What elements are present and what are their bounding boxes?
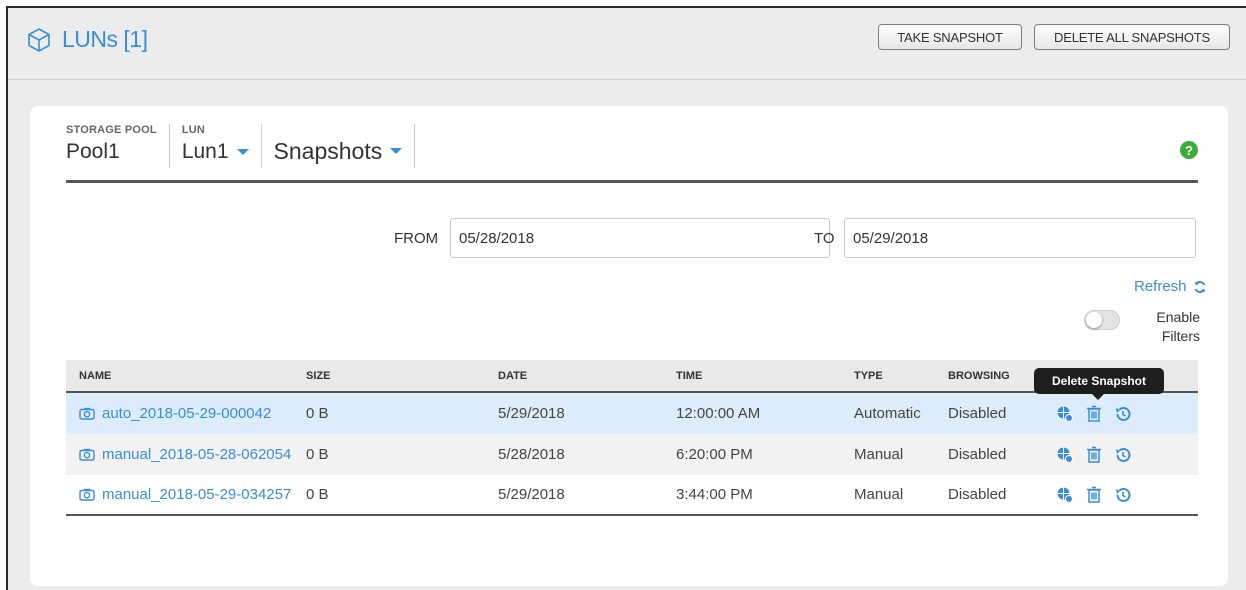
toggle-knob xyxy=(1086,312,1102,328)
snapshot-name-link[interactable]: auto_2018-05-29-000042 xyxy=(79,405,271,422)
breadcrumb-storage-pool: STORAGE POOL Pool1 xyxy=(66,124,170,168)
snapshot-browsing: Disabled xyxy=(948,486,1007,503)
to-date-input[interactable]: 05/29/2018 xyxy=(844,218,1196,258)
refresh-button[interactable]: Refresh xyxy=(1134,278,1207,295)
enable-filters-label-line2: Filters xyxy=(1161,328,1200,344)
snapshot-name-link[interactable]: manual_2018-05-29-034257 xyxy=(79,486,291,503)
snapshot-browsing: Disabled xyxy=(948,405,1007,422)
from-date-input[interactable]: 05/28/2018 xyxy=(450,218,830,258)
help-icon[interactable]: ? xyxy=(1180,141,1198,159)
snapshot-type: Manual xyxy=(854,446,904,463)
header-name[interactable]: NAME xyxy=(79,370,111,382)
header-date[interactable]: DATE xyxy=(498,370,527,382)
storage-pool-label: STORAGE POOL xyxy=(66,124,157,136)
to-label: TO xyxy=(814,230,835,247)
restore-icon[interactable] xyxy=(1114,446,1132,464)
enable-filters-label: Enable Filters xyxy=(1130,308,1200,346)
header-type[interactable]: TYPE xyxy=(854,370,883,382)
header-size[interactable]: SIZE xyxy=(306,370,330,382)
take-snapshot-button[interactable]: TAKE SNAPSHOT xyxy=(878,24,1022,50)
camera-icon xyxy=(79,448,95,461)
snapshot-size: 0 B xyxy=(306,486,329,503)
snapshot-time: 6:20:00 PM xyxy=(676,446,753,463)
snapshot-date: 5/29/2018 xyxy=(498,405,565,422)
lun-label: LUN xyxy=(181,124,206,136)
trash-icon[interactable] xyxy=(1086,405,1102,423)
table-header: NAME SIZE DATE TIME TYPE BROWSING xyxy=(66,360,1198,393)
view-dropdown[interactable]: Snapshots xyxy=(274,137,403,165)
refresh-icon xyxy=(1194,280,1206,293)
enable-filters-label-line1: Enable xyxy=(1156,309,1200,325)
snapshot-type: Manual xyxy=(854,486,904,503)
cube-icon xyxy=(28,27,50,52)
breadcrumb: STORAGE POOL Pool1 LUN Lun1 Snapshots xyxy=(66,124,427,174)
snapshot-name: manual_2018-05-29-034257 xyxy=(102,486,292,503)
from-label: FROM xyxy=(394,230,439,247)
restore-icon[interactable] xyxy=(1114,405,1132,423)
header-time[interactable]: TIME xyxy=(676,370,702,382)
breadcrumb-lun[interactable]: LUN Lun1 xyxy=(182,124,262,168)
section-divider xyxy=(66,180,1198,183)
panel-header: LUNs [1] TAKE SNAPSHOT DELETE ALL SNAPSH… xyxy=(8,8,1246,80)
row-actions xyxy=(1056,446,1144,464)
snapshot-time: 12:00:00 AM xyxy=(676,405,761,422)
globe-settings-icon[interactable] xyxy=(1056,446,1074,464)
page-title: LUNs [1] xyxy=(62,26,148,52)
snapshot-date: 5/28/2018 xyxy=(498,446,565,463)
storage-pool-value: Pool1 xyxy=(66,140,120,163)
snapshot-time: 3:44:00 PM xyxy=(676,486,753,503)
snapshot-size: 0 B xyxy=(306,405,329,422)
delete-snapshot-tooltip: Delete Snapshot xyxy=(1034,368,1164,400)
globe-settings-icon[interactable] xyxy=(1056,486,1074,504)
globe-settings-icon[interactable] xyxy=(1056,405,1074,423)
snapshot-name-link[interactable]: manual_2018-05-28-062054 xyxy=(79,446,291,463)
luns-panel: LUNs [1] TAKE SNAPSHOT DELETE ALL SNAPSH… xyxy=(6,6,1246,590)
chevron-down-icon xyxy=(390,148,403,154)
refresh-label: Refresh xyxy=(1134,278,1187,295)
restore-icon[interactable] xyxy=(1114,486,1132,504)
row-actions xyxy=(1056,486,1144,504)
row-actions xyxy=(1056,405,1144,423)
snapshot-type: Automatic xyxy=(854,405,921,422)
delete-all-snapshots-button[interactable]: DELETE ALL SNAPSHOTS xyxy=(1034,24,1230,50)
trash-icon[interactable] xyxy=(1086,486,1102,504)
table-row[interactable]: manual_2018-05-29-034257 0 B 5/29/2018 3… xyxy=(66,475,1198,516)
chevron-down-icon xyxy=(236,149,249,155)
snapshots-card: STORAGE POOL Pool1 LUN Lun1 Snapshots ? … xyxy=(30,106,1228,586)
snapshot-name: auto_2018-05-29-000042 xyxy=(102,405,272,422)
snapshot-browsing: Disabled xyxy=(948,446,1007,463)
enable-filters-toggle[interactable] xyxy=(1084,310,1120,330)
lun-value: Lun1 xyxy=(181,140,229,163)
snapshots-table: NAME SIZE DATE TIME TYPE BROWSING auto_2… xyxy=(66,360,1198,516)
camera-icon xyxy=(79,488,95,501)
breadcrumb-view[interactable]: Snapshots xyxy=(274,124,416,168)
table-row[interactable]: auto_2018-05-29-000042 0 B 5/29/2018 12:… xyxy=(66,393,1198,434)
camera-icon xyxy=(79,407,95,420)
panel-title-wrap: LUNs [1] xyxy=(26,26,148,53)
snapshot-name: manual_2018-05-28-062054 xyxy=(102,446,292,463)
trash-icon[interactable] xyxy=(1086,446,1102,464)
snapshot-size: 0 B xyxy=(306,446,329,463)
lun-dropdown[interactable]: Lun1 xyxy=(182,138,249,166)
header-browsing[interactable]: BROWSING xyxy=(948,370,1010,382)
snapshot-date: 5/29/2018 xyxy=(498,486,565,503)
table-row[interactable]: manual_2018-05-28-062054 0 B 5/28/2018 6… xyxy=(66,434,1198,475)
view-value: Snapshots xyxy=(273,137,383,164)
